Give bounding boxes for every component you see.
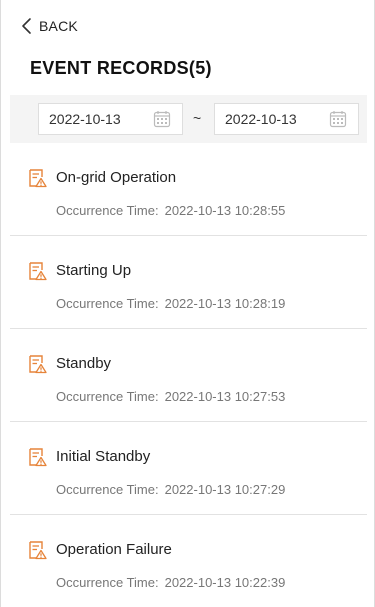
event-warning-icon <box>29 541 47 560</box>
occurrence-time: 2022-10-13 10:27:29 <box>164 482 286 497</box>
event-row[interactable]: On-grid Operation Occurrence Time: 2022-1… <box>10 143 367 236</box>
calendar-icon <box>153 111 171 128</box>
page-title: EVENT RECORDS(5) <box>30 58 212 78</box>
event-warning-icon <box>29 355 47 374</box>
event-name: On-grid Operation <box>56 169 177 186</box>
chevron-left-icon <box>22 18 31 34</box>
app-screen: BACK EVENT RECORDS(5) 2022-10-13 ~ 2022-… <box>0 0 375 607</box>
occurrence-time: 2022-10-13 10:28:55 <box>164 203 286 218</box>
occurrence-time: 2022-10-13 10:28:19 <box>164 296 286 311</box>
event-occurrence: Occurrence Time: 2022-10-13 10:27:53 <box>56 389 285 404</box>
occurrence-label: Occurrence Time: <box>56 296 159 311</box>
occurrence-label: Occurrence Time: <box>56 575 159 590</box>
event-name: Standby <box>56 355 112 372</box>
date-filter-bar: 2022-10-13 ~ 2022-10-13 <box>10 95 367 143</box>
event-row[interactable]: Starting Up Occurrence Time: 2022-10-13 1… <box>10 236 367 329</box>
back-button[interactable]: BACK <box>21 14 78 38</box>
event-occurrence: Occurrence Time: 2022-10-13 10:28:55 <box>56 203 285 218</box>
end-date-picker[interactable]: 2022-10-13 <box>214 103 359 135</box>
event-occurrence: Occurrence Time: 2022-10-13 10:22:39 <box>56 575 285 590</box>
occurrence-label: Occurrence Time: <box>56 482 159 497</box>
start-date-picker[interactable]: 2022-10-13 <box>38 103 183 135</box>
event-warning-icon <box>29 448 47 467</box>
occurrence-time: 2022-10-13 10:27:53 <box>164 389 286 404</box>
back-label: BACK <box>39 18 78 34</box>
event-row[interactable]: Initial Standby Occurrence Time: 2022-10-… <box>10 422 367 515</box>
event-name: Starting Up <box>56 262 132 279</box>
occurrence-label: Occurrence Time: <box>56 203 159 218</box>
end-date-value: 2022-10-13 <box>225 111 297 127</box>
event-row[interactable]: Standby Occurrence Time: 2022-10-13 10:27… <box>10 329 367 422</box>
event-occurrence: Occurrence Time: 2022-10-13 10:27:29 <box>56 482 285 497</box>
start-date-value: 2022-10-13 <box>49 111 121 127</box>
occurrence-label: Occurrence Time: <box>56 389 159 404</box>
date-range-separator: ~ <box>193 110 202 126</box>
occurrence-time: 2022-10-13 10:22:39 <box>164 575 286 590</box>
event-warning-icon <box>29 262 47 281</box>
event-row[interactable]: Operation Failure Occurrence Time: 2022-1… <box>10 515 367 607</box>
event-list: On-grid Operation Occurrence Time: 2022-1… <box>10 143 367 607</box>
calendar-icon <box>329 111 347 128</box>
event-name: Operation Failure <box>56 541 172 558</box>
event-warning-icon <box>29 169 47 188</box>
event-occurrence: Occurrence Time: 2022-10-13 10:28:19 <box>56 296 285 311</box>
event-name: Initial Standby <box>56 448 151 465</box>
